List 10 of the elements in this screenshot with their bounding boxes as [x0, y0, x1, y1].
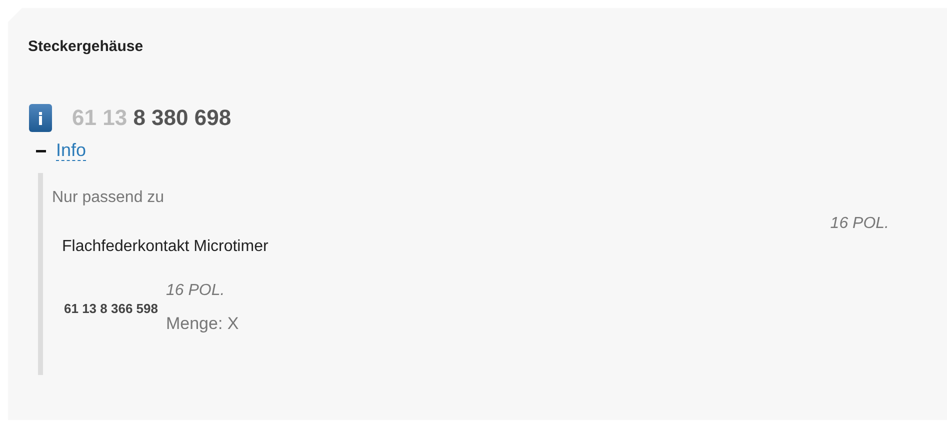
info-heading: Nur passend zu	[52, 189, 166, 207]
item-number: 61 13 8 366 598	[64, 300, 158, 316]
part-number: 61 13 8 380 698	[72, 105, 232, 131]
info-icon[interactable]	[29, 104, 52, 132]
pole-count: 16 POL.	[166, 282, 226, 300]
product-name: Flachfederkontakt Microtimer	[61, 237, 268, 256]
pole-count: 16 POL.	[830, 215, 889, 234]
panel-title: Steckergehäuse	[28, 38, 144, 55]
info-link[interactable]: Info	[56, 140, 86, 161]
quantity-label: Menge: X	[166, 314, 239, 334]
